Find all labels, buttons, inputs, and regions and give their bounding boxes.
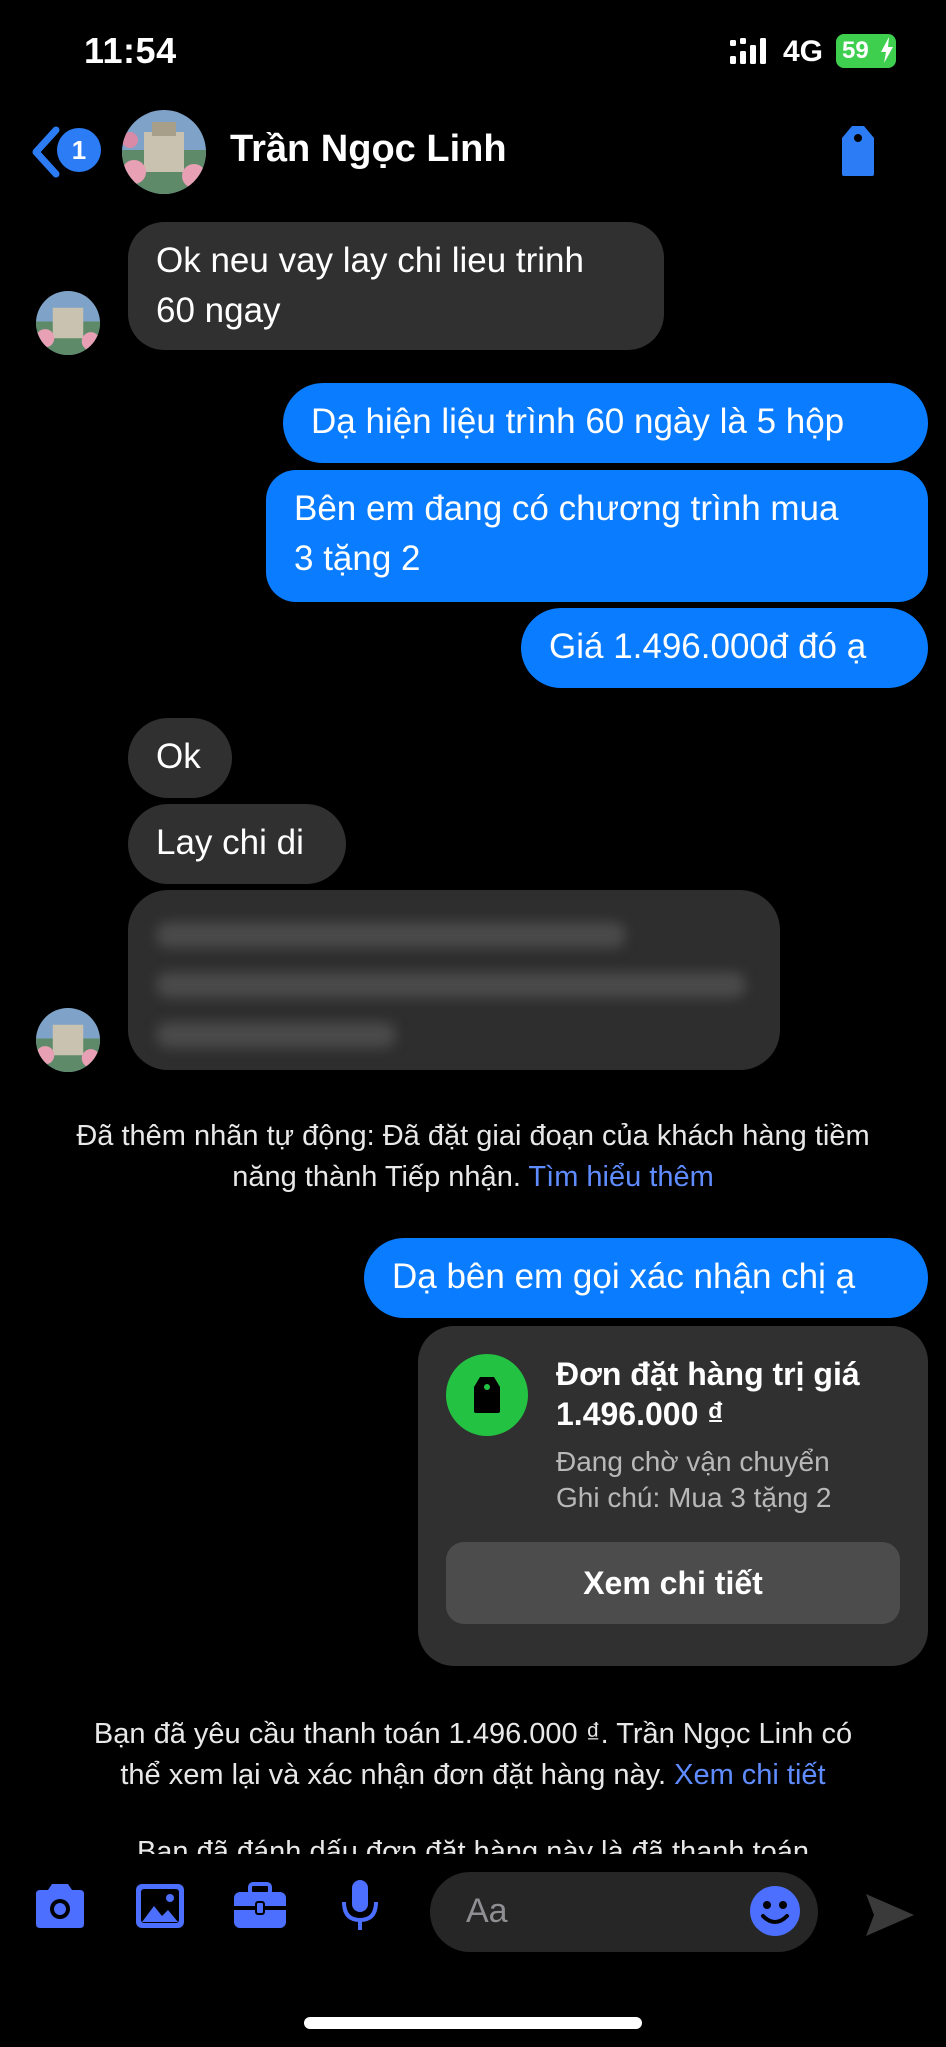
notice-text: năng thành Tiếp nhận. xyxy=(232,1161,521,1193)
notice-text: thể xem lại và xác nhận đơn đặt hàng này… xyxy=(120,1759,667,1791)
message-text: Dạ hiện liệu trình 60 ngày là 5 hộp xyxy=(311,402,845,441)
message-input-placeholder: Aa xyxy=(466,1892,508,1930)
order-icon-circle xyxy=(446,1354,528,1436)
send-icon[interactable] xyxy=(862,1890,918,1940)
contact-name[interactable]: Trần Ngọc Linh xyxy=(230,128,507,171)
blurred-address-message[interactable] xyxy=(128,890,780,1070)
notice-text: Bạn đã đánh dấu đơn đặt hàng này là đã t… xyxy=(136,1836,810,1854)
battery-icon: 59 xyxy=(836,34,896,68)
battery-level: 59 xyxy=(842,37,869,64)
status-time: 11:54 xyxy=(84,30,177,71)
order-amount: 1.496.000 ₫ xyxy=(556,1396,724,1432)
briefcase-icon[interactable] xyxy=(230,1878,290,1934)
label-tag-icon[interactable] xyxy=(836,124,880,178)
avatar-image xyxy=(36,291,100,355)
order-title: Đơn đặt hàng trị giá 1.496.000 ₫ xyxy=(556,1354,906,1434)
paid-mark-notice-partial: Bạn đã đánh dấu đơn đặt hàng này là đã t… xyxy=(0,1828,946,1854)
message-text: Ok neu vay lay chi lieu trinh xyxy=(156,241,584,280)
incoming-message[interactable]: Ok xyxy=(128,718,232,798)
message-text: 60 ngay xyxy=(156,291,281,330)
view-details-link[interactable]: Xem chi tiết xyxy=(674,1759,826,1791)
incoming-message[interactable]: Ok neu vay lay chi lieu trinh 60 ngay xyxy=(128,222,664,350)
order-status: Đang chờ vận chuyển xyxy=(556,1446,830,1477)
charging-bolt-icon xyxy=(881,37,893,63)
outgoing-message[interactable]: Giá 1.496.000đ đó ạ xyxy=(521,608,928,688)
order-card[interactable]: Đơn đặt hàng trị giá 1.496.000 ₫ Đang ch… xyxy=(418,1326,928,1666)
blurred-text xyxy=(156,972,746,998)
view-details-button[interactable]: Xem chi tiết xyxy=(446,1542,900,1624)
blurred-text xyxy=(156,1022,396,1048)
avatar-image xyxy=(36,1008,100,1072)
payment-request-notice: Bạn đã yêu cầu thanh toán 1.496.000 ₫. T… xyxy=(30,1714,916,1796)
order-note: Ghi chú: Mua 3 tặng 2 xyxy=(556,1482,832,1513)
photo-gallery-icon[interactable] xyxy=(130,1878,190,1934)
shopping-bag-icon xyxy=(474,1377,500,1413)
home-indicator xyxy=(304,2017,642,2029)
auto-label-notice: Đã thêm nhãn tự động: Đã đặt giai đoạn c… xyxy=(30,1116,916,1198)
emoji-icon[interactable] xyxy=(748,1884,802,1938)
unread-badge[interactable]: 1 xyxy=(57,128,101,172)
camera-icon[interactable] xyxy=(30,1878,90,1934)
message-text: Ok xyxy=(156,737,201,776)
outgoing-message[interactable]: Dạ hiện liệu trình 60 ngày là 5 hộp xyxy=(283,383,928,463)
contact-avatar-small[interactable] xyxy=(36,291,100,355)
order-title-line: Đơn đặt hàng trị giá xyxy=(556,1356,860,1392)
outgoing-message[interactable]: Bên em đang có chương trình mua 3 tặng 2 xyxy=(266,470,928,602)
notice-text: Đã thêm nhãn tự động: Đã đặt giai đoạn c… xyxy=(76,1120,870,1152)
status-bar: 11:54 4G 59 xyxy=(0,0,946,100)
incoming-message[interactable]: Lay chi di xyxy=(128,804,346,884)
message-text: 3 tặng 2 xyxy=(294,539,421,578)
message-input[interactable]: Aa xyxy=(430,1872,818,1952)
message-text: Dạ bên em gọi xác nhận chị ạ xyxy=(392,1257,856,1296)
notice-text: Bạn đã yêu cầu thanh toán 1.496.000 ₫. T… xyxy=(93,1718,853,1750)
contact-avatar[interactable] xyxy=(122,110,206,194)
message-text: Giá 1.496.000đ đó ạ xyxy=(549,627,867,666)
message-text: Lay chi di xyxy=(156,823,304,862)
message-text: Bên em đang có chương trình mua xyxy=(294,489,839,528)
outgoing-message[interactable]: Dạ bên em gọi xác nhận chị ạ xyxy=(364,1238,928,1318)
blurred-text xyxy=(156,922,626,948)
contact-avatar-small[interactable] xyxy=(36,1008,100,1072)
microphone-icon[interactable] xyxy=(330,1878,390,1934)
network-label: 4G xyxy=(783,35,824,68)
message-composer: Aa xyxy=(0,1860,946,1960)
avatar-image xyxy=(122,110,206,194)
signal-icon xyxy=(730,38,766,64)
learn-more-link[interactable]: Tìm hiểu thêm xyxy=(528,1161,713,1193)
